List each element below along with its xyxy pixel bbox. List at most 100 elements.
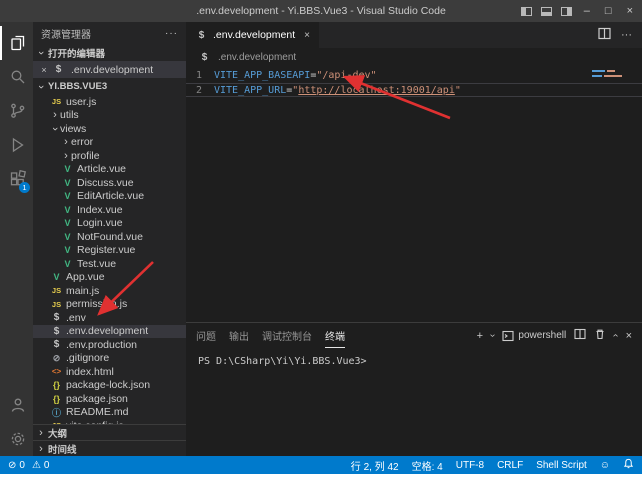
tree-item[interactable]: ›error <box>33 136 186 150</box>
source-control-icon[interactable] <box>0 94 33 128</box>
problems-status[interactable]: ⊘ 0 ⚠ 0 <box>8 460 49 471</box>
env-file-icon: $ <box>50 326 63 337</box>
feedback-smiley-icon[interactable]: ☺ <box>600 460 610 471</box>
tree-item[interactable]: VLogin.vue <box>33 217 186 231</box>
close-panel-icon[interactable]: × <box>626 330 632 342</box>
env-file-icon: $ <box>195 30 208 41</box>
close-button[interactable]: × <box>624 0 636 22</box>
tree-item[interactable]: VEditArticle.vue <box>33 190 186 204</box>
timeline-section[interactable]: › 时间线 <box>33 440 186 456</box>
toggle-panel-icon[interactable] <box>541 7 552 16</box>
tree-item[interactable]: VRegister.vue <box>33 244 186 258</box>
file-name: Article.vue <box>77 163 126 175</box>
breadcrumb[interactable]: $ .env.development <box>186 48 642 66</box>
file-name: Index.vue <box>77 204 123 216</box>
tree-item[interactable]: {}package-lock.json <box>33 379 186 393</box>
panel-tab-3[interactable]: 终端 <box>325 323 345 348</box>
eol-status[interactable]: CRLF <box>497 460 523 471</box>
toggle-sidebar-icon[interactable] <box>521 7 532 16</box>
terminal-output[interactable]: PS D:\CSharp\Yi\Yi.BBS.Vue3> <box>186 348 642 456</box>
line-number: 2 <box>186 84 214 96</box>
extensions-icon[interactable]: 1 <box>0 162 33 196</box>
tree-item[interactable]: ›profile <box>33 149 186 163</box>
editor-more-actions-icon[interactable]: ··· <box>621 29 632 41</box>
open-editor-item[interactable]: × $ .env.development <box>33 61 186 78</box>
encoding-status[interactable]: UTF-8 <box>456 460 484 471</box>
tree-item[interactable]: ⓘREADME.md <box>33 406 186 420</box>
panel-tab-0[interactable]: 问题 <box>196 323 216 348</box>
split-terminal-icon[interactable] <box>574 328 586 343</box>
activity-bar: 1 <box>0 22 33 456</box>
env-file-icon: $ <box>198 52 211 63</box>
explorer-sidebar: 资源管理器 ··· › 打开的编辑器 × $ .env.development … <box>33 22 186 456</box>
panel-actions: + › powershell › × <box>477 323 632 348</box>
tree-item[interactable]: $.env <box>33 311 186 325</box>
kill-terminal-trash-icon[interactable] <box>594 328 606 343</box>
tree-item[interactable]: VDiscuss.vue <box>33 176 186 190</box>
file-name: Discuss.vue <box>77 177 134 189</box>
tree-item[interactable]: JSmain.js <box>33 284 186 298</box>
toggle-secondary-sidebar-icon[interactable] <box>561 7 572 16</box>
close-editor-icon[interactable]: × <box>39 65 49 75</box>
env-file-icon: $ <box>50 339 63 350</box>
chevron-down-icon: › <box>35 48 47 58</box>
minimize-button[interactable]: – <box>581 0 593 22</box>
file-name: package.json <box>66 393 128 405</box>
tree-item[interactable]: $.env.development <box>33 325 186 339</box>
status-bar: ⊘ 0 ⚠ 0 行 2, 列 42 空格: 4 UTF-8 CRLF Shell… <box>0 456 642 474</box>
chevron-right-icon: › <box>36 443 46 455</box>
outline-label: 大纲 <box>48 426 67 440</box>
new-terminal-icon[interactable]: + <box>477 330 483 342</box>
editor-tab[interactable]: $ .env.development × <box>186 22 319 48</box>
tree-item[interactable]: ⊘.gitignore <box>33 352 186 366</box>
window-controls: – □ × <box>521 0 640 22</box>
open-editor-label: .env.development <box>71 64 153 76</box>
tab-label: .env.development <box>213 29 295 41</box>
minimap[interactable] <box>592 70 628 80</box>
notifications-bell-icon[interactable] <box>623 458 634 472</box>
tree-item[interactable]: VApp.vue <box>33 271 186 285</box>
terminal-prompt: PS D:\CSharp\Yi\Yi.BBS.Vue3> <box>198 356 367 367</box>
tree-item[interactable]: <>index.html <box>33 365 186 379</box>
code-line[interactable]: 1VITE_APP_BASEAPI="/api-dev" <box>186 69 642 83</box>
tree-item[interactable]: JSpermission.js <box>33 298 186 312</box>
tree-item[interactable]: VTest.vue <box>33 257 186 271</box>
open-editors-label: 打开的编辑器 <box>48 46 105 60</box>
tree-item[interactable]: $.env.production <box>33 338 186 352</box>
tree-item[interactable]: JSuser.js <box>33 95 186 109</box>
chevron-right-icon: › <box>61 150 71 162</box>
file-name: Test.vue <box>77 258 116 270</box>
panel-tab-bar: 问题输出调试控制台终端 + › powershell <box>186 323 642 348</box>
explorer-icon[interactable] <box>0 26 33 60</box>
tree-item[interactable]: VArticle.vue <box>33 163 186 177</box>
run-debug-icon[interactable] <box>0 128 33 162</box>
window-edge <box>0 474 642 482</box>
open-editors-header[interactable]: › 打开的编辑器 <box>33 44 186 61</box>
more-actions-icon[interactable]: ··· <box>165 28 178 39</box>
terminal-shell-item[interactable]: powershell <box>502 330 566 342</box>
language-mode[interactable]: Shell Script <box>536 460 587 471</box>
code-line[interactable]: 2VITE_APP_URL="http://localhost:19001/ap… <box>186 83 642 97</box>
tree-item[interactable]: VIndex.vue <box>33 203 186 217</box>
account-icon[interactable] <box>0 388 33 422</box>
outline-section[interactable]: › 大纲 <box>33 424 186 440</box>
tree-item[interactable]: ›views <box>33 122 186 136</box>
cursor-position[interactable]: 行 2, 列 42 <box>351 458 399 473</box>
tree-item[interactable]: {}package.json <box>33 392 186 406</box>
indentation-status[interactable]: 空格: 4 <box>412 458 443 473</box>
project-root-header[interactable]: › YI.BBS.VUE3 <box>33 78 186 95</box>
maximize-panel-icon[interactable]: › <box>610 334 621 337</box>
project-root-label: YI.BBS.VUE3 <box>48 81 107 92</box>
tree-item[interactable]: ›utils <box>33 109 186 123</box>
close-tab-icon[interactable]: × <box>304 30 310 41</box>
settings-gear-icon[interactable] <box>0 422 33 456</box>
terminal-dropdown-icon[interactable]: › <box>487 334 498 337</box>
panel-tab-1[interactable]: 输出 <box>229 323 249 348</box>
panel-tab-2[interactable]: 调试控制台 <box>262 323 312 348</box>
chevron-right-icon: › <box>50 109 60 121</box>
search-icon[interactable] <box>0 60 33 94</box>
tree-item[interactable]: VNotFound.vue <box>33 230 186 244</box>
split-editor-icon[interactable] <box>598 27 611 43</box>
code-editor[interactable]: 1VITE_APP_BASEAPI="/api-dev"2VITE_APP_UR… <box>186 66 642 322</box>
maximize-button[interactable]: □ <box>602 0 615 22</box>
